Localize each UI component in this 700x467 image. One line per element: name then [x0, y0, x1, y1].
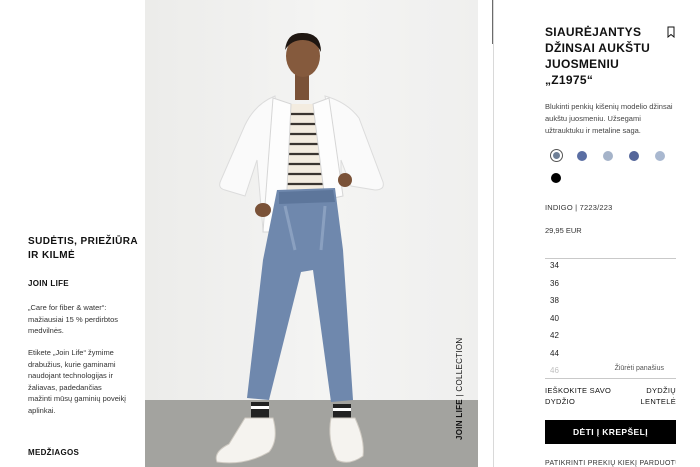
- size-option[interactable]: 42: [550, 331, 559, 340]
- size-option[interactable]: 36: [550, 279, 559, 288]
- size-chart-link[interactable]: DYDŽIŲ LENTELĖ: [616, 385, 676, 407]
- size-selector-divider: [545, 378, 676, 379]
- size-option[interactable]: 34: [550, 261, 559, 270]
- check-store-stock-link[interactable]: PATIKRINTI PREKIŲ KIEKĮ PARDUOTUVĖSE: [545, 460, 676, 467]
- view-similar-link[interactable]: Žiūrėti panašius: [615, 365, 664, 372]
- join-life-title: JOIN LIFE: [28, 279, 69, 288]
- add-to-cart-button[interactable]: DĖTI Į KREPŠELĮ: [545, 420, 676, 444]
- color-swatch[interactable]: [549, 148, 563, 162]
- join-life-collection-label: JOIN LIFE | COLLECTION: [455, 337, 464, 440]
- product-description: Blukinti penkių kišenių modelio džinsai …: [545, 102, 673, 135]
- color-swatch[interactable]: [655, 151, 665, 161]
- composition-panel: SUDĖTIS, PRIEŽIŪRA IR KILMĖ JOIN LIFE „C…: [0, 0, 145, 467]
- join-life-fiber-text: „Care for fiber & water“: mažiausiai 15 …: [28, 303, 119, 335]
- product-info-panel: SIAURĖJANTYS DŽINSAI AUKŠTU JUOSMENIU „Z…: [494, 0, 700, 467]
- product-price: 29,95 EUR: [545, 226, 582, 235]
- size-option[interactable]: 46: [550, 366, 559, 375]
- size-option[interactable]: 38: [550, 296, 559, 305]
- color-swatch[interactable]: [629, 151, 639, 161]
- color-and-reference: INDIGO | 7223/223: [545, 203, 613, 212]
- color-swatch[interactable]: [577, 151, 587, 161]
- materials-title: MEDŽIAGOS: [28, 448, 80, 457]
- bookmark-icon[interactable]: [666, 26, 676, 38]
- product-title: SIAURĖJANTYS DŽINSAI AUKŠTU JUOSMENIU „Z…: [545, 25, 651, 87]
- size-option[interactable]: 44: [550, 349, 559, 358]
- color-swatch[interactable]: [603, 151, 613, 161]
- composition-title[interactable]: SUDĖTIS, PRIEŽIŪRA IR KILMĖ: [28, 235, 138, 263]
- scrollbar-track[interactable]: [478, 0, 494, 467]
- join-life-description: Etikete „Join Life“ žymime drabužius, ku…: [28, 348, 126, 415]
- color-swatch[interactable]: [551, 173, 561, 183]
- product-photo: JOIN LIFE | COLLECTION: [145, 0, 478, 467]
- size-option[interactable]: 40: [550, 314, 559, 323]
- model-illustration: [215, 32, 384, 464]
- find-your-size-link[interactable]: IEŠKOKITE SAVO DYDŽIO: [545, 385, 615, 407]
- size-selector: 34 36 38 40 42 44 46 Žiūrėti panašius: [545, 258, 676, 378]
